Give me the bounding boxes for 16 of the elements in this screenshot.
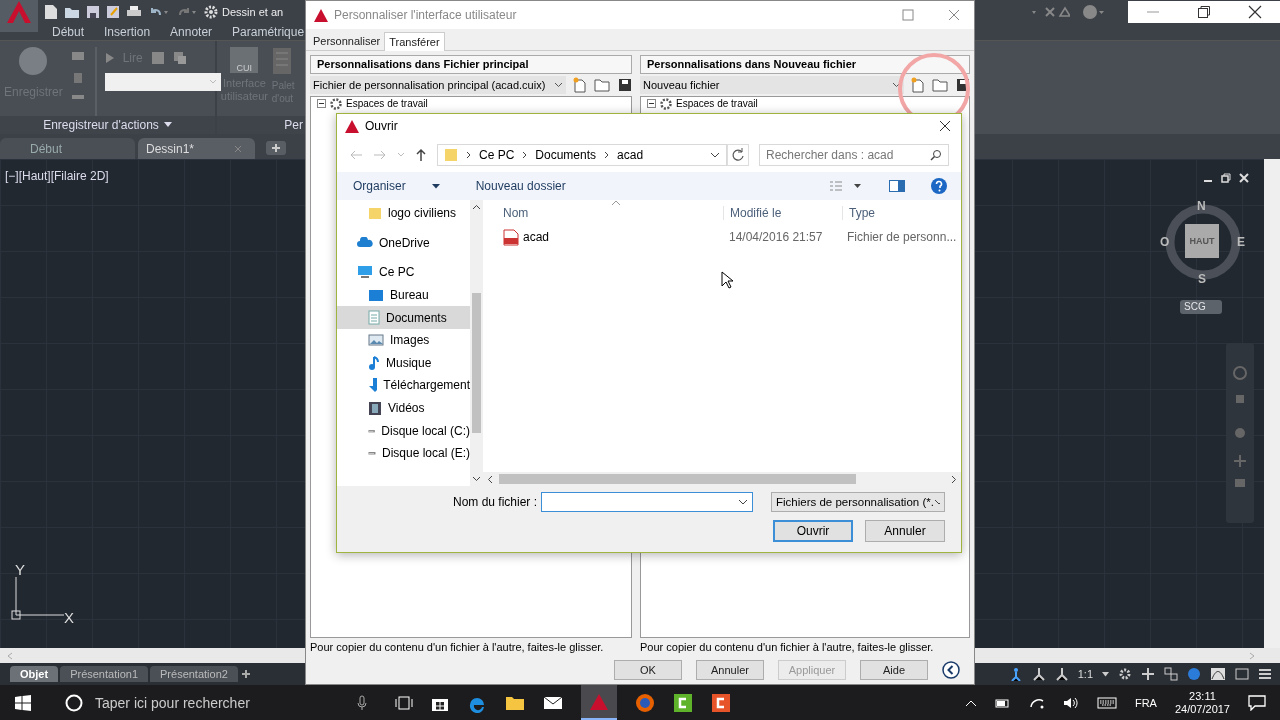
compass-label: N <box>1197 199 1206 213</box>
axis-label: Y <box>15 561 25 578</box>
file-type: Fichier de personn... <box>846 230 958 244</box>
compass-label: S <box>1198 272 1206 286</box>
axis-label: X <box>64 609 74 626</box>
hint-text: Pour copier du contenu d'un fichier à l'autre, faites-le glisser. <box>310 640 605 655</box>
compass-label: E <box>1237 235 1245 249</box>
pane-header: Personnalisations dans Fichier principal <box>310 55 632 74</box>
dialog-title: Ouvrir <box>365 119 398 133</box>
file-date: 14/04/2016 21:57 <box>728 230 824 244</box>
file-name-label: Nom du fichier : <box>452 495 537 509</box>
pane-header: Personnalisations dans Nouveau fichier <box>640 55 970 74</box>
window-title: Personnaliser l'interface utilisateur <box>334 8 517 22</box>
file-name: acad <box>523 230 550 244</box>
hint-text: Pour copier du contenu d'un fichier à l'autre, faites-le glisser. <box>640 640 935 655</box>
compass-label: O <box>1160 235 1170 249</box>
